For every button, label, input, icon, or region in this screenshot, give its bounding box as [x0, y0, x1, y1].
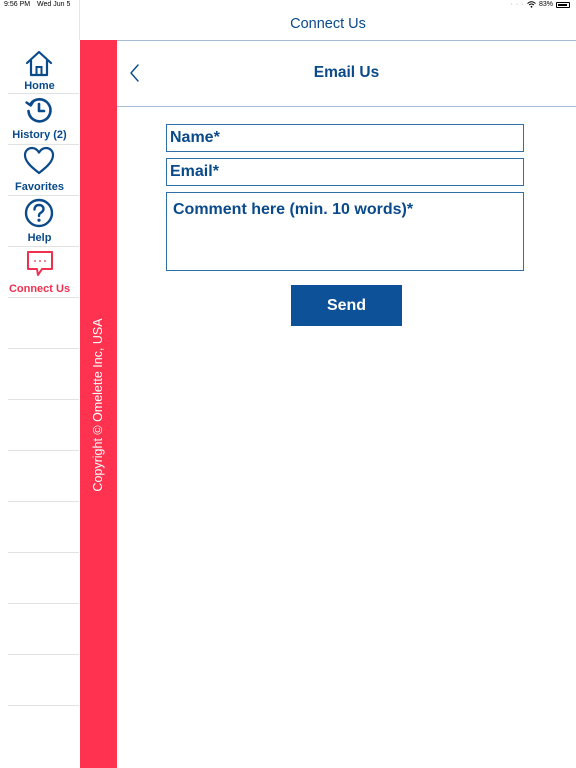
status-time: 9:56 PM: [4, 1, 31, 8]
email-field[interactable]: [166, 158, 524, 186]
sidebar: Home History (2) Favorites Help Connect …: [0, 40, 81, 768]
battery-icon: [556, 1, 570, 8]
sidebar-item-label: Home: [24, 80, 55, 92]
sidebar-divider: [8, 348, 79, 349]
wifi-icon: [527, 1, 536, 8]
sidebar-item-favorites[interactable]: Favorites: [0, 144, 79, 195]
multitasking-dots-icon: · · ·: [510, 1, 524, 8]
sidebar-divider: [8, 450, 79, 451]
sidebar-item-history[interactable]: History (2): [0, 93, 79, 144]
sidebar-divider: [8, 603, 79, 604]
chat-icon: [27, 251, 53, 276]
sidebar-item-connect-us[interactable]: Connect Us: [0, 246, 79, 297]
top-bar-title: Connect Us: [290, 16, 366, 32]
comment-field[interactable]: [166, 192, 524, 271]
sidebar-item-label: Connect Us: [8, 283, 71, 295]
page-title: Email Us: [313, 64, 380, 81]
sidebar-divider: [8, 399, 79, 400]
sidebar-item-home[interactable]: Home: [0, 42, 79, 93]
heart-icon: [23, 146, 55, 175]
name-field[interactable]: [166, 124, 524, 152]
top-navigation-bar: Connect Us: [80, 10, 576, 41]
status-bar: 9:56 PM Wed Jun 5 · · · 83%: [0, 0, 576, 10]
sidebar-divider: [8, 654, 79, 655]
copyright-text: Copyright © Omelette Inc, USA: [91, 318, 105, 492]
sidebar-item-label: Help: [27, 232, 52, 244]
page-header: Email Us: [117, 40, 576, 107]
sidebar-divider: [8, 501, 79, 502]
sidebar-item-label: History (2): [12, 129, 67, 141]
sidebar-divider: [8, 297, 79, 298]
send-button[interactable]: Send: [291, 285, 402, 326]
home-icon: [25, 50, 53, 77]
help-icon: [24, 198, 54, 228]
sidebar-item-label: Favorites: [15, 181, 64, 193]
status-date: Wed Jun 5: [37, 1, 71, 8]
main-panel: Email Us Send: [117, 40, 576, 768]
battery-percent: 83%: [538, 1, 553, 8]
sidebar-item-help[interactable]: Help: [0, 195, 79, 246]
sidebar-divider: [8, 552, 79, 553]
sidebar-divider: [8, 705, 79, 706]
status-indicators: · · · 83%: [511, 1, 570, 8]
history-icon: [25, 98, 52, 123]
